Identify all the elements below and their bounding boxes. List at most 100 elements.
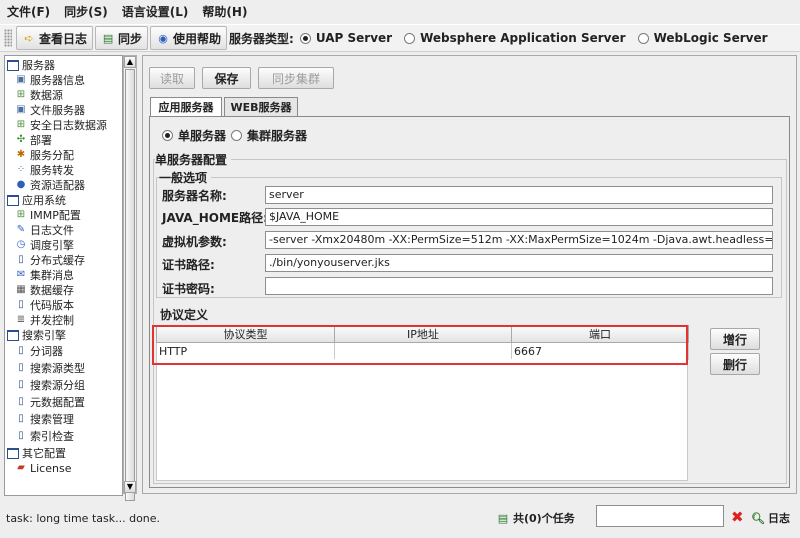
tree-item-service-assign[interactable]: ✱ 服务分配 [15, 148, 74, 162]
tree-item-cluster-message[interactable]: ✉ 集群消息 [15, 268, 74, 282]
menu-language[interactable]: 语言设置(L) [115, 3, 196, 20]
page-icon: ▯ [18, 254, 24, 265]
server-type-weblogic[interactable]: WebLogic Server [637, 31, 768, 45]
mode-single[interactable]: 单服务器 [162, 127, 226, 144]
field-label-jvm-args: 虚拟机参数: [162, 235, 227, 249]
tree-item-datasource[interactable]: ⊞ 数据源 [15, 88, 63, 102]
radio-single-server[interactable] [162, 130, 173, 141]
tree-item-label: 搜索源分组 [30, 379, 85, 392]
tree-item-index-check[interactable]: ▯ 索引检查 [15, 429, 74, 443]
tree-item-label: 分布式缓存 [30, 254, 85, 267]
forward-icon: ⁘ [16, 164, 26, 175]
folder-icon [7, 194, 19, 206]
add-row-button[interactable]: 增行 [710, 328, 760, 350]
mode-cluster-label: 集群服务器 [247, 129, 308, 143]
tree-item-resource-adapter[interactable]: ● 资源适配器 [15, 178, 85, 192]
tree-group-server[interactable]: 服务器 [7, 58, 55, 72]
tree-item-file-server[interactable]: ▣ 文件服务器 [15, 103, 85, 117]
tree-item-service-forward[interactable]: ⁘ 服务转发 [15, 163, 74, 177]
radio-weblogic[interactable] [637, 32, 649, 44]
tree-item-label: 数据源 [30, 89, 63, 102]
mail-icon: ✉ [16, 269, 26, 280]
scroll-thumb[interactable] [125, 69, 135, 501]
tree-item-label: 文件服务器 [30, 104, 85, 117]
tree-group-application[interactable]: 应用系统 [7, 193, 66, 207]
tree-item-label: 集群消息 [30, 269, 74, 282]
tree-item-label: IMMP配置 [30, 209, 81, 222]
java-home-input[interactable]: $JAVA_HOME [265, 208, 773, 226]
cert-password-input[interactable] [265, 277, 773, 295]
read-button[interactable]: 读取 [149, 67, 195, 89]
tree-item-label: 服务转发 [30, 164, 74, 177]
tab-app-server[interactable]: 应用服务器 [150, 97, 222, 116]
log-button[interactable]: 🔍︎ 日志 [751, 510, 790, 526]
tree-item-tokenizer[interactable]: ▯ 分词器 [15, 344, 63, 358]
close-icon[interactable]: ✖ [731, 508, 744, 526]
sync-cluster-button[interactable]: 同步集群 [258, 67, 334, 89]
server-type-uap[interactable]: UAP Server [299, 31, 393, 45]
tree-item-license[interactable]: ▰ License [15, 461, 71, 475]
page-icon: ▯ [18, 413, 24, 424]
view-log-button[interactable]: ➪ 查看日志 [16, 26, 94, 50]
sync-button[interactable]: ▤ 同步 [95, 26, 149, 50]
server-name-input[interactable]: server [265, 186, 773, 204]
tree-item-search-source-type[interactable]: ▯ 搜索源类型 [15, 361, 85, 375]
license-icon: ▰ [17, 462, 25, 473]
tree-item-distributed-cache[interactable]: ▯ 分布式缓存 [15, 253, 85, 267]
tree-item-search-manage[interactable]: ▯ 搜索管理 [15, 412, 74, 426]
tree-item-data-cache[interactable]: ▦ 数据缓存 [15, 283, 74, 297]
tree-item-code-version[interactable]: ▯ 代码版本 [15, 298, 74, 312]
tree-item-label: 元数据配置 [30, 396, 85, 409]
toolbar-grip[interactable] [4, 29, 12, 47]
field-label-server-name: 服务器名称: [162, 189, 227, 203]
tasks-indicator[interactable]: ▤ 共(0)个任务 [496, 510, 575, 526]
server-type-label: 服务器类型: [229, 31, 294, 46]
tree-item-security-log-datasource[interactable]: ⊞ 安全日志数据源 [15, 118, 107, 132]
tree-group-label: 其它配置 [22, 447, 66, 460]
help-button[interactable]: ◉ 使用帮助 [150, 26, 228, 50]
radio-websphere[interactable] [404, 32, 416, 44]
field-label-java-home: JAVA_HOME路径: [162, 211, 268, 225]
tab-web-server[interactable]: WEB服务器 [224, 97, 298, 116]
tree-item-metadata-config[interactable]: ▯ 元数据配置 [15, 395, 85, 409]
tree-group-other[interactable]: 其它配置 [7, 446, 66, 460]
radio-uap[interactable] [299, 32, 311, 44]
tree-item-label: 并发控制 [30, 314, 74, 327]
menu-help[interactable]: 帮助(H) [195, 3, 254, 20]
jvm-args-input[interactable]: -server -Xmx20480m -XX:PermSize=512m -XX… [265, 231, 773, 249]
delete-row-button[interactable]: 删行 [710, 353, 760, 375]
sync-label: 同步 [118, 31, 143, 46]
tree-group-search[interactable]: 搜索引擎 [7, 328, 66, 342]
folder-icon [7, 329, 19, 341]
server-type-websphere[interactable]: Websphere Application Server [404, 31, 626, 45]
menu-sync[interactable]: 同步(S) [57, 3, 115, 20]
tree-scrollbar[interactable]: ▲ ▼ [123, 55, 137, 501]
tree-item-scheduler[interactable]: ◷ 调度引擎 [15, 238, 74, 252]
tree-item-search-source-group[interactable]: ▯ 搜索源分组 [15, 378, 85, 392]
page-icon: ▯ [18, 379, 24, 390]
tree-item-concurrency[interactable]: ≣ 并发控制 [15, 313, 74, 327]
assign-icon: ✱ [16, 149, 26, 160]
scroll-down-arrow-icon[interactable]: ▼ [124, 481, 136, 493]
tree-item-deploy[interactable]: ✣ 部署 [15, 133, 52, 147]
database-icon: ⊞ [16, 89, 26, 100]
sync-icon: ▤ [102, 31, 114, 45]
task-progress-field [596, 505, 724, 527]
mode-cluster[interactable]: 集群服务器 [231, 127, 307, 144]
field-label-cert-password: 证书密码: [162, 282, 215, 296]
scroll-up-arrow-icon[interactable]: ▲ [124, 56, 136, 68]
search-log-icon: 🔍︎ [751, 511, 765, 525]
save-button[interactable]: 保存 [202, 67, 251, 89]
server-type-uap-label: UAP Server [315, 31, 393, 45]
tree-item-immp[interactable]: ⊞ IMMP配置 [15, 208, 81, 222]
help-icon: ◉ [158, 31, 168, 45]
help-label: 使用帮助 [173, 31, 222, 46]
tree-item-log-file[interactable]: ✎ 日志文件 [15, 223, 74, 237]
toolbar: ➪ 查看日志 ▤ 同步 ◉ 使用帮助 服务器类型: UAP Server Web… [0, 24, 800, 52]
menu-file[interactable]: 文件(F) [0, 3, 57, 20]
cert-path-input[interactable]: ./bin/yonyouserver.jks [265, 254, 773, 272]
tree-item-server-info[interactable]: ▣ 服务器信息 [15, 73, 85, 87]
folder-icon [7, 59, 19, 71]
monitor-icon: ▣ [16, 104, 26, 115]
radio-cluster-server[interactable] [231, 130, 242, 141]
